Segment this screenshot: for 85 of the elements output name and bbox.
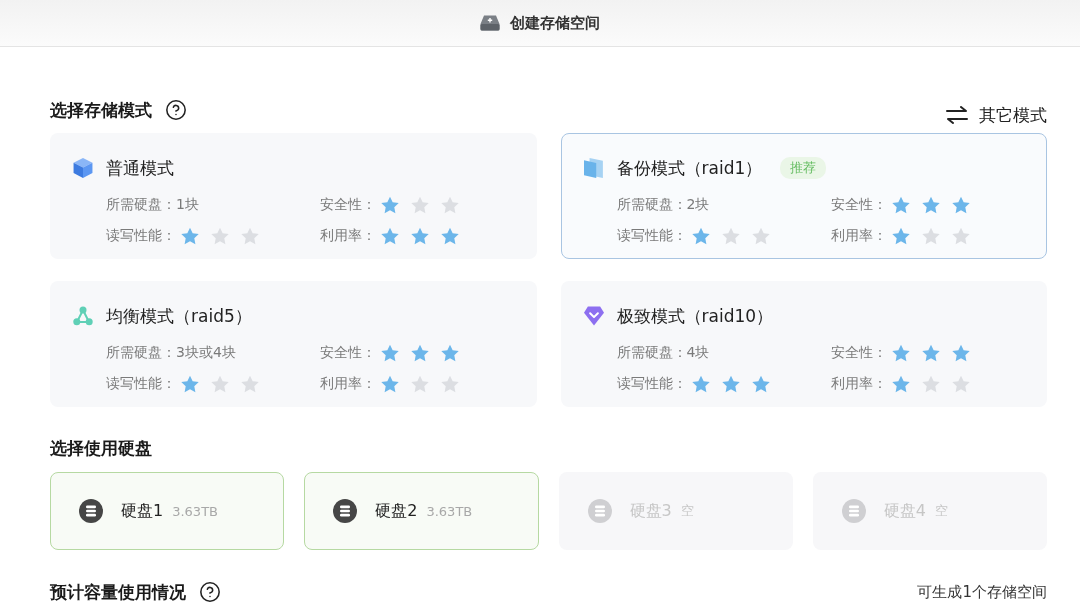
empty-star-icon <box>411 375 429 393</box>
star-icon <box>951 344 970 362</box>
gem-icon <box>583 306 604 326</box>
empty-star-icon <box>951 227 970 245</box>
star-icon <box>411 227 429 245</box>
star-icon <box>381 375 399 393</box>
spec-label: 读写性能： <box>106 227 176 245</box>
empty-star-icon <box>751 227 770 245</box>
mode-card[interactable]: 均衡模式（raid5） 所需硬盘：3块或4块 安全性： 读写性能： 利用率： <box>50 281 537 407</box>
star-icon <box>691 227 710 245</box>
empty-star-icon <box>721 227 740 245</box>
spec-text: 所需硬盘：4块 <box>616 344 710 362</box>
disk-card[interactable]: 硬盘2 3.63TB <box>304 472 539 550</box>
help-icon[interactable] <box>165 99 187 121</box>
empty-star-icon <box>441 375 459 393</box>
mode-title: 备份模式（raid1） <box>616 156 763 180</box>
empty-star-icon <box>441 196 459 214</box>
spec-text: 所需硬盘：3块或4块 <box>106 344 236 362</box>
mode-card[interactable]: 极致模式（raid10） 所需硬盘：4块 安全性： 读写性能： 利用率： <box>560 281 1047 407</box>
empty-star-icon <box>241 227 259 245</box>
star-icon <box>891 375 910 393</box>
cube-icon <box>73 158 93 178</box>
section-heading: 选择使用硬盘 <box>50 436 152 460</box>
spec-label: 利用率： <box>830 375 887 393</box>
star-icon <box>891 344 910 362</box>
mode-title: 极致模式（raid10） <box>616 304 774 328</box>
nodes-icon <box>73 306 93 326</box>
star-icon <box>891 227 910 245</box>
star-icon <box>751 375 770 393</box>
spec-text: 所需硬盘：1块 <box>106 196 199 214</box>
disk-icon <box>79 499 103 523</box>
mode-title: 均衡模式（raid5） <box>106 304 252 328</box>
disk-icon <box>333 499 358 523</box>
hard-drive-icon <box>480 15 500 31</box>
spec-label: 利用率： <box>320 375 376 393</box>
mode-card[interactable]: 普通模式 所需硬盘：1块 安全性： 读写性能： 利用率： <box>50 133 537 259</box>
empty-star-icon <box>241 375 259 393</box>
disk-name: 硬盘1 <box>121 500 164 522</box>
spec-label: 安全性： <box>830 344 887 362</box>
book-icon <box>583 158 604 178</box>
empty-star-icon <box>211 375 229 393</box>
mode-card[interactable]: 备份模式（raid1） 推荐 所需硬盘：2块 安全性： 读写性能： 利用率： <box>560 133 1047 259</box>
help-icon[interactable] <box>199 581 221 603</box>
spec-label: 读写性能： <box>616 227 687 245</box>
spec-label: 利用率： <box>320 227 376 245</box>
other-modes-button[interactable]: 其它模式 <box>946 103 1047 127</box>
empty-star-icon <box>411 196 429 214</box>
empty-star-icon <box>211 227 229 245</box>
spec-label: 利用率： <box>830 227 887 245</box>
spec-label: 读写性能： <box>616 375 687 393</box>
star-icon <box>411 344 429 362</box>
window-title: 创建存储空间 <box>510 13 600 33</box>
disk-icon <box>587 499 612 523</box>
star-icon <box>921 196 940 214</box>
section-heading: 选择存储模式 <box>50 98 152 122</box>
star-icon <box>951 196 970 214</box>
spec-text: 所需硬盘：2块 <box>616 196 710 214</box>
swap-icon <box>946 106 968 124</box>
star-icon <box>381 227 399 245</box>
disk-card[interactable]: 硬盘1 3.63TB <box>50 472 285 550</box>
star-icon <box>691 375 710 393</box>
recommended-badge: 推荐 <box>780 157 827 179</box>
disk-size: 3.63TB <box>172 503 218 519</box>
star-icon <box>441 344 459 362</box>
spec-label: 安全性： <box>320 196 376 214</box>
section-heading: 预计容量使用情况 <box>50 580 186 604</box>
star-icon <box>441 227 459 245</box>
star-icon <box>181 227 199 245</box>
disk-size: 3.63TB <box>426 503 473 519</box>
star-icon <box>721 375 740 393</box>
mode-title: 普通模式 <box>106 156 174 180</box>
disk-icon <box>841 499 866 523</box>
capacity-summary: 可生成1个存储空间 <box>917 582 1047 602</box>
star-icon <box>181 375 199 393</box>
star-icon <box>381 344 399 362</box>
spec-label: 安全性： <box>320 344 376 362</box>
star-icon <box>921 344 940 362</box>
star-icon <box>381 196 399 214</box>
disk-name: 硬盘2 <box>375 500 418 522</box>
spec-label: 安全性： <box>830 196 887 214</box>
star-icon <box>891 196 910 214</box>
empty-star-icon <box>921 227 940 245</box>
spec-label: 读写性能： <box>106 375 176 393</box>
empty-star-icon <box>951 375 970 393</box>
empty-star-icon <box>921 375 940 393</box>
